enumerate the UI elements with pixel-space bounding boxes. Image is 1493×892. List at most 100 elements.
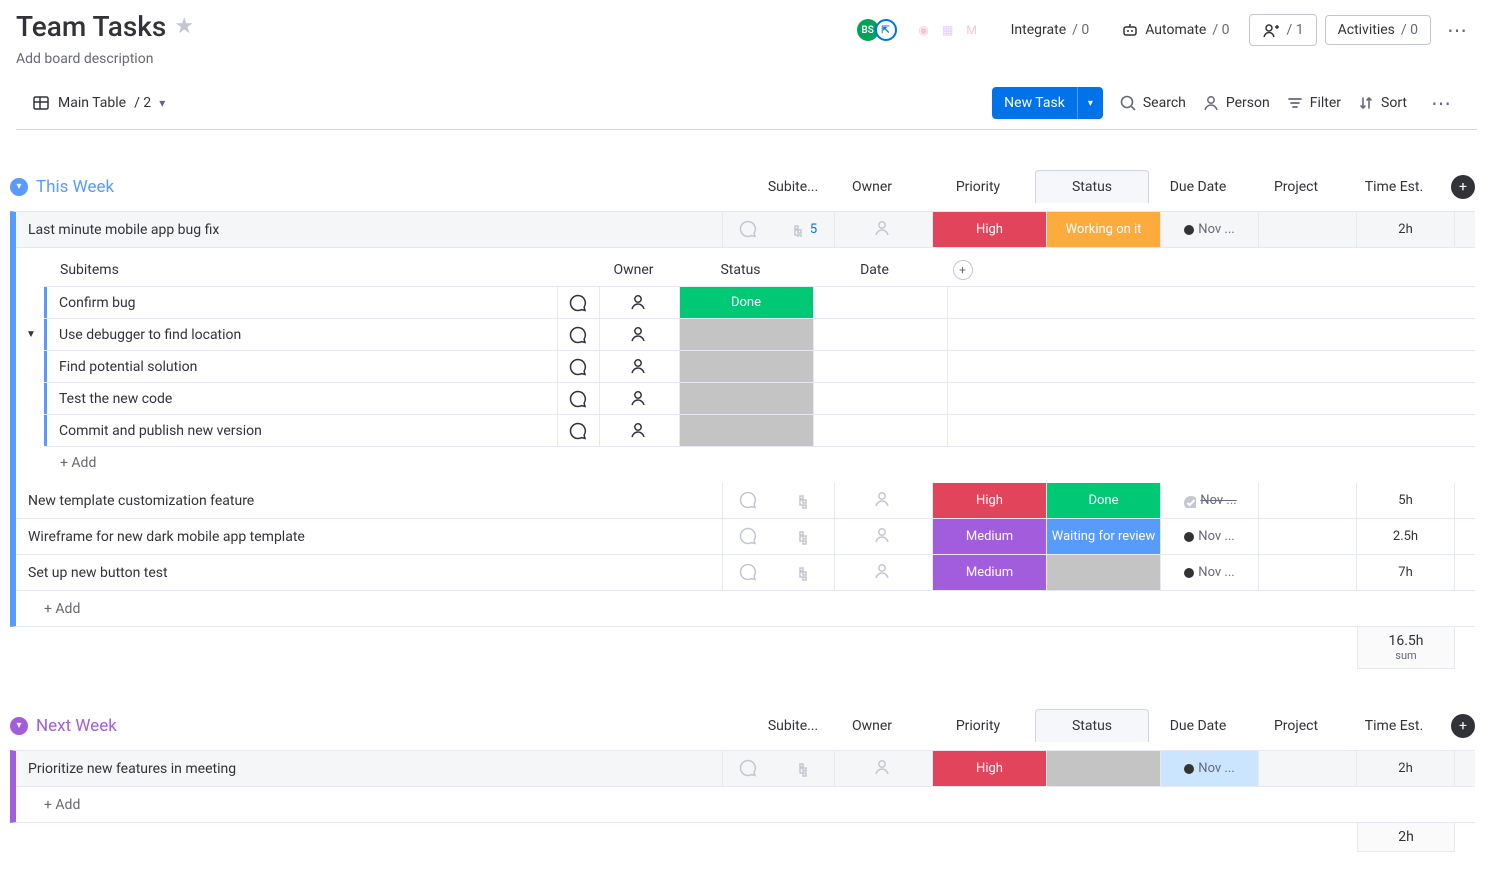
conversation-cell[interactable] — [723, 751, 775, 786]
subitem-conversation[interactable] — [558, 319, 600, 350]
project-cell[interactable] — [1259, 483, 1357, 518]
due-cell[interactable]: Nov ... — [1161, 519, 1259, 554]
add-subitem-button[interactable]: + Add — [44, 447, 1475, 471]
favorite-star-icon[interactable]: ★ — [174, 14, 194, 39]
subitem-name[interactable]: Find potential solution — [47, 351, 558, 382]
subitem-row[interactable]: Commit and publish new version — [44, 415, 1475, 447]
group-title[interactable]: This Week — [36, 177, 114, 197]
col-due[interactable]: Due Date — [1149, 718, 1247, 734]
col-owner[interactable]: Owner — [823, 718, 921, 734]
time-cell[interactable]: 7h — [1357, 555, 1455, 590]
sub-col-name[interactable]: Subitems — [44, 262, 552, 278]
subitem-name[interactable]: Confirm bug — [47, 287, 558, 318]
view-switcher[interactable]: Main Table / 2 ▾ — [32, 94, 165, 112]
priority-cell[interactable]: High — [933, 483, 1047, 518]
task-row[interactable]: New template customization feature High … — [16, 483, 1475, 519]
priority-cell[interactable]: High — [933, 212, 1047, 247]
task-name[interactable]: Last minute mobile app bug fix — [16, 212, 723, 247]
collapse-group-button[interactable]: ▾ — [10, 178, 28, 196]
sub-col-date[interactable]: Date — [808, 262, 942, 278]
sort-button[interactable]: Sort — [1357, 94, 1407, 112]
caret-icon[interactable]: ▼ — [26, 329, 36, 340]
col-priority[interactable]: Priority — [921, 179, 1035, 195]
col-due[interactable]: Due Date — [1149, 179, 1247, 195]
project-cell[interactable] — [1259, 751, 1357, 786]
subitem-conversation[interactable] — [558, 351, 600, 382]
conversation-cell[interactable] — [723, 555, 775, 590]
subitem-status[interactable]: Done — [680, 287, 814, 318]
project-cell[interactable] — [1259, 519, 1357, 554]
subitem-row[interactable]: Confirm bug Done — [44, 287, 1475, 319]
subitem-owner[interactable] — [600, 319, 680, 350]
subitem-conversation[interactable] — [558, 415, 600, 446]
col-subitems[interactable]: Subite... — [763, 179, 823, 195]
owner-cell[interactable] — [835, 519, 933, 554]
subitem-status[interactable] — [680, 319, 814, 350]
board-title[interactable]: Team Tasks — [16, 10, 166, 43]
time-cell[interactable]: 2h — [1357, 212, 1455, 247]
subitem-name[interactable]: Commit and publish new version — [47, 415, 558, 446]
due-cell[interactable]: Nov ... — [1161, 751, 1259, 786]
conversation-cell[interactable] — [723, 483, 775, 518]
board-description[interactable]: Add board description — [16, 51, 194, 67]
presence-avatars[interactable]: BS ⇱ — [857, 19, 897, 41]
col-subitems[interactable]: Subite... — [763, 718, 823, 734]
col-status[interactable]: Status — [1035, 709, 1149, 742]
subitem-date[interactable] — [814, 319, 948, 350]
task-row[interactable]: Set up new button test Medium Nov ... 7h — [16, 555, 1475, 591]
subitem-conversation[interactable] — [558, 383, 600, 414]
priority-cell[interactable]: Medium — [933, 555, 1047, 590]
collapse-group-button[interactable]: ▾ — [10, 717, 28, 735]
subitem-row[interactable]: Test the new code — [44, 383, 1475, 415]
priority-cell[interactable]: High — [933, 751, 1047, 786]
group-title[interactable]: Next Week — [36, 716, 117, 736]
col-owner[interactable]: Owner — [823, 179, 921, 195]
subitem-date[interactable] — [814, 415, 948, 446]
integration-apps[interactable]: ◉ ▦ M — [913, 19, 983, 41]
status-cell[interactable]: Working on it — [1047, 212, 1161, 247]
sub-col-status[interactable]: Status — [674, 262, 808, 278]
col-status[interactable]: Status — [1035, 170, 1149, 203]
subitem-date[interactable] — [814, 287, 948, 318]
conversation-cell[interactable] — [723, 212, 775, 247]
subitem-owner[interactable] — [600, 351, 680, 382]
subitem-owner[interactable] — [600, 287, 680, 318]
priority-cell[interactable]: Medium — [933, 519, 1047, 554]
status-cell[interactable]: Done — [1047, 483, 1161, 518]
due-cell[interactable]: Nov ... — [1161, 483, 1259, 518]
add-sub-column-button[interactable]: + — [953, 260, 973, 280]
subitem-date[interactable] — [814, 383, 948, 414]
conversation-cell[interactable] — [723, 519, 775, 554]
subitem-status[interactable] — [680, 351, 814, 382]
col-project[interactable]: Project — [1247, 179, 1345, 195]
status-cell[interactable] — [1047, 555, 1161, 590]
owner-cell[interactable] — [835, 212, 933, 247]
add-column-button[interactable]: + — [1451, 714, 1475, 738]
time-cell[interactable]: 2.5h — [1357, 519, 1455, 554]
time-cell[interactable]: 5h — [1357, 483, 1455, 518]
task-name[interactable]: New template customization feature — [16, 483, 723, 518]
task-name[interactable]: Set up new button test — [16, 555, 723, 590]
new-task-dropdown-icon[interactable]: ▾ — [1078, 90, 1103, 117]
time-cell[interactable]: 2h — [1357, 751, 1455, 786]
subitem-conversation[interactable] — [558, 287, 600, 318]
integrate-button[interactable]: Integrate/ 0 — [999, 16, 1102, 44]
subitem-row[interactable]: Find potential solution — [44, 351, 1475, 383]
subitems-cell[interactable]: 5 — [775, 212, 835, 247]
sub-col-owner[interactable]: Owner — [594, 262, 674, 278]
invite-button[interactable]: / 1 — [1249, 14, 1316, 46]
col-time[interactable]: Time Est. — [1345, 718, 1443, 734]
add-task-button[interactable]: + Add — [10, 787, 1475, 823]
project-cell[interactable] — [1259, 555, 1357, 590]
filter-button[interactable]: Filter — [1286, 94, 1341, 112]
status-cell[interactable] — [1047, 751, 1161, 786]
person-filter-button[interactable]: Person — [1202, 94, 1270, 112]
subitems-cell[interactable] — [775, 483, 835, 518]
task-row[interactable]: Wireframe for new dark mobile app templa… — [16, 519, 1475, 555]
status-cell[interactable]: Waiting for review — [1047, 519, 1161, 554]
board-menu-icon[interactable]: ⋯ — [1439, 18, 1477, 42]
owner-cell[interactable] — [835, 483, 933, 518]
subitems-cell[interactable] — [775, 751, 835, 786]
subitems-cell[interactable] — [775, 519, 835, 554]
add-task-button[interactable]: + Add — [10, 591, 1475, 627]
